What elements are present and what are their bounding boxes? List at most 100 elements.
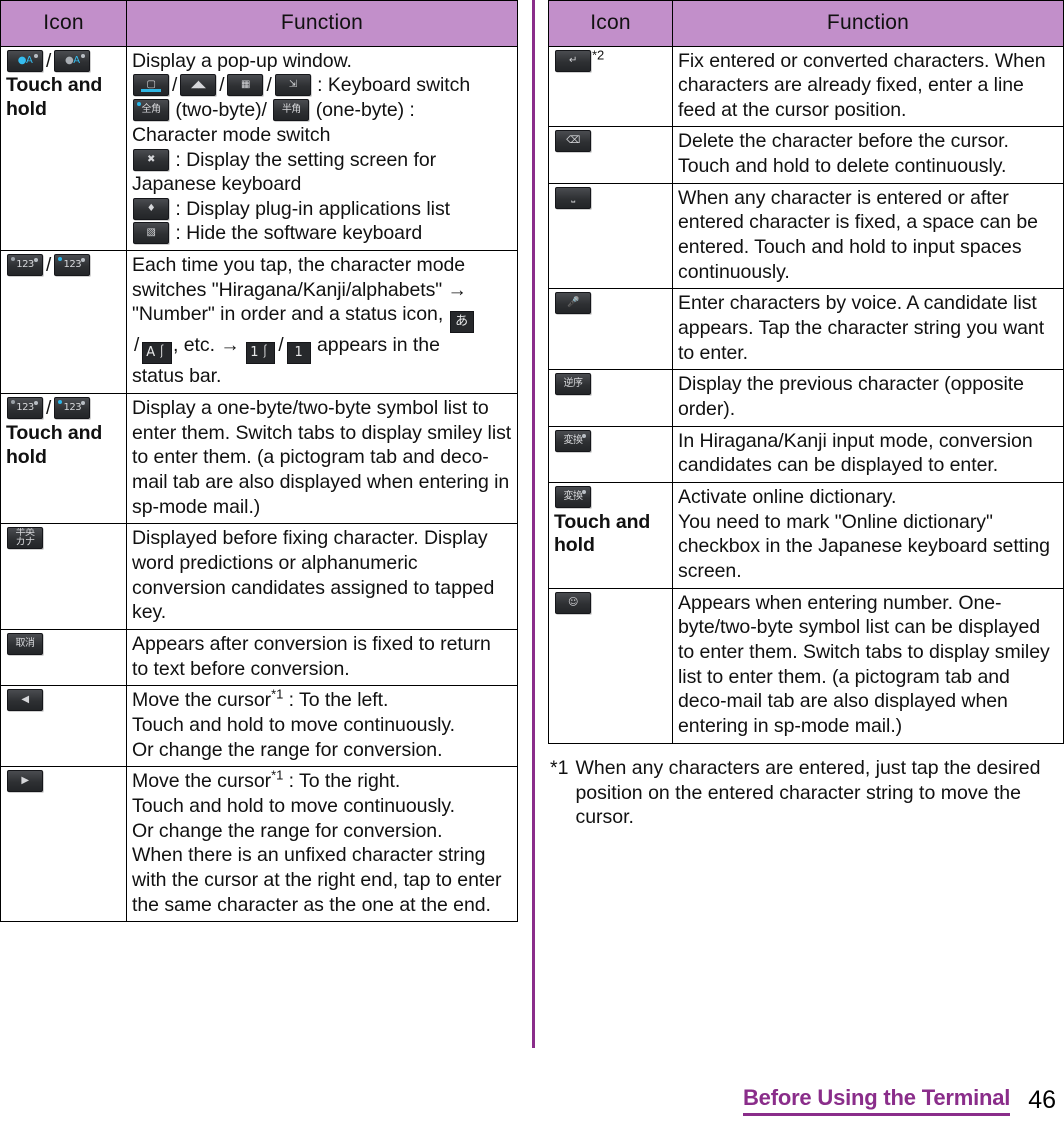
icon-cell: ☺ xyxy=(548,587,673,744)
function-line: Move the cursor*1 : To the right. xyxy=(132,769,512,794)
reverse-order-icon: 逆序 xyxy=(555,373,591,396)
function-cell: Display a one-byte/two-byte symbol list … xyxy=(126,393,518,525)
number-mode-gray-icon: 123 xyxy=(7,254,43,277)
function-line: status bar. xyxy=(132,365,222,388)
undo-conversion-icon: 取消 xyxy=(7,633,43,655)
function-line: "Number" in order and a status icon, あ xyxy=(132,302,512,334)
function-cell: In Hiragana/Kanji input mode, conversion… xyxy=(672,425,1064,484)
conversion-candidates-icon: 変換 xyxy=(555,429,591,452)
right-column: Icon Function ↵ *2 Fix entered or convert… xyxy=(548,0,1064,830)
function-cell: Display a pop-up window. ▢ / ◢◣ / ▦ / ⇲ : Keyb… xyxy=(126,45,518,252)
icon-cell: ⌫ xyxy=(548,126,673,184)
voice-input-microphone-icon: 🎤 xyxy=(555,292,591,315)
column-header-icon: Icon xyxy=(0,0,127,47)
function-line-text: (two-byte)/ xyxy=(175,99,267,122)
table-header-row: Icon Function xyxy=(548,0,1064,47)
function-line-text: : Display plug-in applications list xyxy=(175,197,451,220)
icon-cell: 変換 xyxy=(548,425,673,484)
number-mode-blue-icon: 123 xyxy=(54,254,91,277)
function-cell: Display the previous character (opposite… xyxy=(672,369,1064,427)
function-line-text: "Number" in order and a status icon, xyxy=(132,303,444,326)
function-line: Display a pop-up window. xyxy=(132,49,352,72)
column-header-icon: Icon xyxy=(548,0,673,47)
status-number-fullwidth-icon: 1⎰ xyxy=(246,342,276,365)
function-line-text: appears in the xyxy=(316,334,440,357)
page-footer: Before Using the Terminal 46 xyxy=(742,1085,1056,1116)
icon-cell: 半英 カナ xyxy=(0,523,127,630)
function-cell: Appears when entering number. One-byte/t… xyxy=(672,587,1064,744)
function-line-text: (one-byte) : xyxy=(315,99,415,122)
table-row: ⎵ When any character is entered or after… xyxy=(548,182,1064,290)
function-line-text: : Display the setting screen for xyxy=(175,148,437,171)
keyboard-switch-handwriting-icon: ▢ xyxy=(133,74,169,97)
table-row: ◀ Move the cursor*1 : To the left. Touch… xyxy=(0,685,518,768)
status-number-halfwidth-icon: 1 xyxy=(286,342,311,365)
function-line: ▧ : Hide the software keyboard xyxy=(132,221,512,246)
touch-and-hold-label: Touch and hold xyxy=(554,510,651,557)
icon-cell: 逆序 xyxy=(548,369,673,427)
table-row: 変換 Touch and hold Activate online dictio… xyxy=(548,482,1064,589)
footnote-marker: *1 xyxy=(271,686,284,702)
space-bar-icon: ⎵ xyxy=(555,186,591,209)
function-line-text: : To the right. xyxy=(288,770,401,793)
cursor-left-icon: ◀ xyxy=(7,689,43,712)
table-row: 逆序 Display the previous character (oppos… xyxy=(548,369,1064,427)
column-divider xyxy=(532,0,535,1048)
function-cell: When any character is entered or after e… xyxy=(672,182,1064,290)
function-line-text: Move the cursor xyxy=(132,770,272,793)
online-dictionary-icon: 変換 xyxy=(555,486,591,508)
function-cell: Fix entered or converted characters. Whe… xyxy=(672,45,1064,128)
footnote-marker: *1 xyxy=(550,756,569,779)
number-mode-blue-icon: 123 xyxy=(54,397,91,420)
icon-function-table-right: Icon Function ↵ *2 Fix entered or convert… xyxy=(548,0,1064,744)
touch-and-hold-label: Touch and hold xyxy=(6,74,103,121)
function-line: ▢ / ◢◣ / ▦ / ⇲ : Keyboard switch xyxy=(132,73,512,98)
function-cell: Displayed before fixing character. Displ… xyxy=(126,523,518,630)
footnote-text: When any characters are entered, just ta… xyxy=(575,756,1041,829)
table-row: 🎤 Enter characters by voice. A candidate… xyxy=(548,288,1064,371)
icon-cell: 🎤 xyxy=(548,288,673,371)
table-row: 変換 In Hiragana/Kanji input mode, convers… xyxy=(548,425,1064,484)
function-line: When there is an unfixed character strin… xyxy=(132,844,502,916)
icon-cell: ↵ *2 xyxy=(548,45,673,128)
function-line: Or change the range for conversion. xyxy=(132,738,443,761)
symbol-smiley-list-icon: ☺ xyxy=(555,591,591,614)
function-cell: Enter characters by voice. A candidate l… xyxy=(672,288,1064,371)
function-cell: Each time you tap, the character mode sw… xyxy=(126,250,518,395)
function-cell: Move the cursor*1 : To the left. Touch a… xyxy=(126,685,518,768)
page-number: 46 xyxy=(1028,1086,1056,1114)
keyboard-switch-other-icon: ⇲ xyxy=(274,74,311,97)
footer-section-title: Before Using the Terminal xyxy=(742,1085,1010,1116)
touch-and-hold-label: Touch and hold xyxy=(6,422,103,468)
function-line-text: : To the left. xyxy=(288,689,389,712)
icon-cell: ⎵ xyxy=(548,182,673,290)
function-line-text: : Hide the software keyboard xyxy=(175,222,423,245)
icon-function-table-left: Icon Function ●A / ●A Touch and hold Displ… xyxy=(0,0,518,923)
function-line: 全角 (two-byte)/ 半角 (one-byte) : xyxy=(132,98,512,123)
status-hiragana-icon: あ xyxy=(449,311,474,334)
keyboard-switch-qwerty-icon: ▦ xyxy=(227,74,264,97)
table-row: ▶ Move the cursor*1 : To the right. Touc… xyxy=(0,766,518,923)
function-line: Japanese keyboard xyxy=(132,173,302,196)
keyboard-switch-10key-icon: ◢◣ xyxy=(180,74,217,97)
halfwidth-hankaku-icon: 半角 xyxy=(273,99,310,122)
icon-cell: ▶ xyxy=(0,766,127,923)
column-header-function: Function xyxy=(126,0,518,47)
table-row: ●A / ●A Touch and hold Display a pop-up wi… xyxy=(0,45,518,252)
function-line: Character mode switch xyxy=(132,123,331,146)
cursor-right-icon: ▶ xyxy=(7,770,43,793)
function-line: Each time you tap, the character mode xyxy=(132,254,466,277)
function-line: switches "Hiragana/Kanji/alphabets" → xyxy=(132,278,468,301)
footnote-1: *1 When any characters are entered, just… xyxy=(548,756,1064,831)
table-row: ⌫ Delete the character before the cursor… xyxy=(548,126,1064,184)
function-line-text: , etc. → xyxy=(173,334,240,357)
icon-cell: 変換 Touch and hold xyxy=(548,482,673,589)
function-line: Activate online dictionary. xyxy=(678,486,897,508)
status-alphabet-icon: A⎰ xyxy=(142,342,173,365)
icon-cell: ●A / ●A Touch and hold xyxy=(0,45,127,252)
backspace-icon: ⌫ xyxy=(555,130,591,153)
manual-page: Icon Function ●A / ●A Touch and hold Displ… xyxy=(0,0,1064,1126)
separator-slash: / xyxy=(46,50,52,72)
fullwidth-zenkaku-icon: 全角 xyxy=(133,99,169,122)
table-row: 123/123 Each time you tap, the character… xyxy=(0,250,518,395)
